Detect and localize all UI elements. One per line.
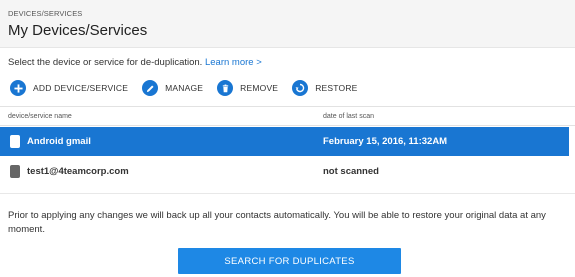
toolbar: ADD DEVICE/SERVICE MANAGE REMOVE RESTORE bbox=[10, 78, 372, 98]
manage-button[interactable]: MANAGE bbox=[142, 80, 203, 96]
last-scan-date: not scanned bbox=[323, 166, 379, 177]
page-header: DEVICES/SERVICES My Devices/Services bbox=[0, 0, 575, 48]
intro-text: Select the device or service for de-dupl… bbox=[8, 57, 262, 68]
column-last-scan: date of last scan bbox=[323, 113, 374, 120]
search-duplicates-button[interactable]: SEARCH FOR DUPLICATES bbox=[178, 248, 401, 274]
manage-label: MANAGE bbox=[165, 83, 204, 93]
android-icon bbox=[10, 135, 20, 148]
add-device-label: ADD DEVICE/SERVICE bbox=[33, 83, 129, 93]
learn-more-link[interactable]: Learn more > bbox=[205, 57, 262, 68]
table-row[interactable]: Android gmail February 15, 2016, 11:32AM bbox=[0, 127, 569, 156]
restore-label: RESTORE bbox=[315, 83, 358, 93]
plus-icon bbox=[10, 80, 26, 96]
restore-button[interactable]: RESTORE bbox=[292, 80, 357, 96]
intro-label: Select the device or service for de-dupl… bbox=[8, 57, 205, 68]
page-title: My Devices/Services bbox=[8, 22, 148, 39]
add-device-button[interactable]: ADD DEVICE/SERVICE bbox=[10, 80, 128, 96]
windows-icon bbox=[10, 165, 20, 178]
backup-note: Prior to applying any changes we will ba… bbox=[8, 210, 546, 235]
table-header: device/service name date of last scan bbox=[0, 106, 575, 126]
trash-icon bbox=[217, 80, 234, 96]
divider bbox=[0, 193, 575, 194]
device-name: Android gmail bbox=[27, 136, 91, 147]
restore-icon bbox=[292, 80, 309, 96]
breadcrumb: DEVICES/SERVICES bbox=[8, 9, 83, 18]
remove-button[interactable]: REMOVE bbox=[217, 80, 278, 96]
column-device-name: device/service name bbox=[8, 113, 72, 120]
pencil-icon bbox=[142, 80, 159, 96]
last-scan-date: February 15, 2016, 11:32AM bbox=[323, 136, 448, 147]
table-row[interactable]: test1@4teamcorp.com not scanned bbox=[0, 157, 569, 186]
device-name: test1@4teamcorp.com bbox=[27, 166, 129, 177]
remove-label: REMOVE bbox=[240, 83, 279, 93]
